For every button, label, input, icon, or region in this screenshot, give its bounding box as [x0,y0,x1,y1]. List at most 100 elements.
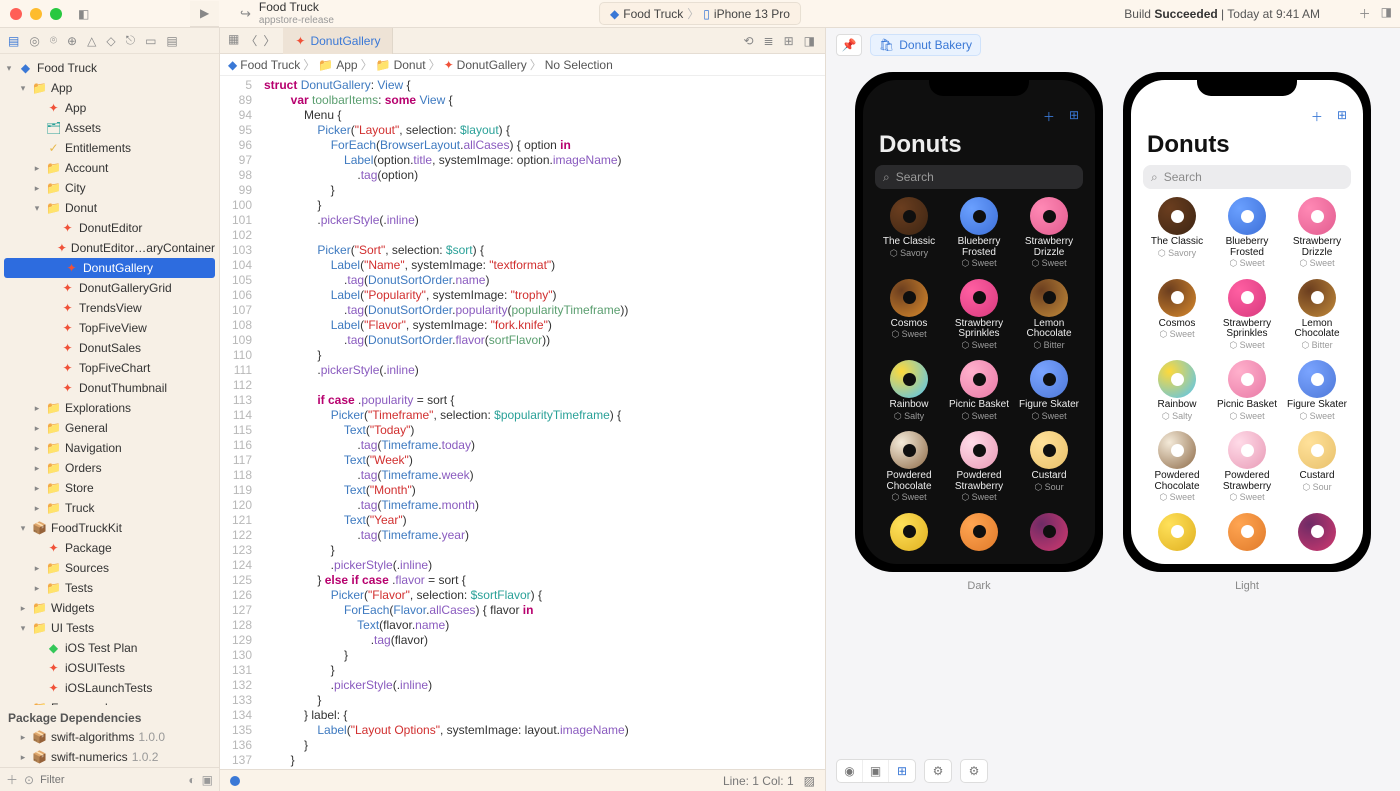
test-nav-icon[interactable]: ◇ [106,34,115,48]
donut-item[interactable]: Strawberry Sprinkles⬡ Sweet [945,279,1013,355]
zoom-window[interactable] [50,8,62,20]
filter-scope-icon[interactable]: ⊙ [24,773,34,787]
donut-item[interactable] [875,513,943,557]
add-icon[interactable]: ＋ [1043,108,1055,125]
add-button[interactable]: ＋ [1359,5,1371,22]
add-icon[interactable]: ＋ [1311,108,1323,125]
donut-item[interactable]: Custard⬡ Sour [1283,431,1351,507]
preview-settings-button[interactable]: ⚙ [961,760,987,782]
issue-nav-icon[interactable]: △ [87,34,96,48]
donut-item[interactable]: Blueberry Frosted⬡ Sweet [1213,197,1281,273]
tree-item[interactable]: ✓Entitlements [0,138,219,158]
source-control-nav-icon[interactable]: ◎ [29,34,39,48]
tree-item[interactable]: ▾📦FoodTruckKit [0,518,219,538]
tree-item[interactable]: ✦App [0,98,219,118]
donut-item[interactable]: Rainbow⬡ Salty [1143,360,1211,425]
donut-item[interactable]: The Classic⬡ Savory [875,197,943,273]
tree-item[interactable]: ✦DonutSales [0,338,219,358]
tree-item[interactable]: ▸📁Tests [0,578,219,598]
donut-item[interactable]: Strawberry Drizzle⬡ Sweet [1015,197,1083,273]
tree-item[interactable]: ▸📁General [0,418,219,438]
tree-item[interactable]: ✦DonutGalleryGrid [0,278,219,298]
donut-item[interactable]: Lemon Chocolate⬡ Bitter [1283,279,1351,355]
donut-item[interactable]: Strawberry Drizzle⬡ Sweet [1283,197,1351,273]
donut-item[interactable]: Powdered Strawberry⬡ Sweet [945,431,1013,507]
tree-item[interactable]: ▾📁App [0,78,219,98]
donut-item[interactable]: Strawberry Sprinkles⬡ Sweet [1213,279,1281,355]
tree-item[interactable]: ▸📁Account [0,158,219,178]
breakpoint-nav-icon[interactable]: ▭ [145,34,156,48]
tree-item[interactable]: ✦iOSLaunchTests [0,678,219,698]
donut-item[interactable]: Picnic Basket⬡ Sweet [945,360,1013,425]
variants-button[interactable]: ⊞ [889,760,915,782]
navigator-selector[interactable]: ▤ ◎ ⌾ ⊕ △ ◇ ⎋ ▭ ▤ [0,28,219,54]
preview-selector[interactable]: 🛍 Donut Bakery [870,34,981,56]
preview-device-light[interactable]: ＋⊞ Donuts ⌕Search The Classic⬡ Savory Bl… [1123,72,1371,572]
donut-item[interactable]: Powdered Strawberry⬡ Sweet [1213,431,1281,507]
source-editor[interactable]: 5899495969798991001011021031041051061071… [220,76,825,769]
donut-item[interactable]: Figure Skater⬡ Sweet [1283,360,1351,425]
minimap-icon[interactable]: ▨ [804,774,815,788]
filter-input[interactable] [40,774,182,786]
tree-item[interactable]: ✦DonutEditor [0,218,219,238]
search-field[interactable]: ⌕Search [1143,165,1351,189]
close-window[interactable] [10,8,22,20]
tree-item[interactable]: ✦DonutThumbnail [0,378,219,398]
donut-item[interactable]: Blueberry Frosted⬡ Sweet [945,197,1013,273]
tree-item[interactable]: ▾📁UI Tests [0,618,219,638]
tree-item[interactable]: ▸📁Navigation [0,438,219,458]
donut-item[interactable]: Figure Skater⬡ Sweet [1015,360,1083,425]
tree-item[interactable]: ◆iOS Test Plan [0,638,219,658]
recent-icon[interactable]: ◐ [188,773,195,787]
project-name[interactable]: Food Truck [259,1,334,14]
tree-item[interactable]: ▸📁Widgets [0,598,219,618]
donut-item[interactable] [1213,513,1281,557]
breadcrumb-item[interactable]: Donut [394,58,426,72]
donut-item[interactable]: Cosmos⬡ Sweet [875,279,943,355]
editor-layout-icon[interactable]: ◨ [804,34,815,48]
refresh-icon[interactable]: ⟲ [743,34,753,48]
find-nav-icon[interactable]: ⊕ [67,34,77,48]
branch-name[interactable]: appstore-release [259,15,334,26]
donut-item[interactable]: The Classic⬡ Savory [1143,197,1211,273]
tree-item[interactable]: ▸📁City [0,178,219,198]
grid-icon[interactable]: ⊞ [1069,108,1079,125]
donut-item[interactable] [1283,513,1351,557]
jump-bar[interactable]: ◆ Food Truck〉📁 App〉📁 Donut〉✦ DonutGaller… [220,54,825,76]
tree-item[interactable]: ▸📁Orders [0,458,219,478]
grid-icon[interactable]: ⊞ [1337,108,1347,125]
dependency-item[interactable]: ▸📦swift-algorithms 1.0.0 [0,727,219,747]
add-editor-icon[interactable]: ⊞ [784,34,794,48]
tree-item[interactable]: ▸📁Frameworks [0,698,219,705]
debug-nav-icon[interactable]: ⎋ [126,33,136,48]
tree-item[interactable]: ▸📁Explorations [0,398,219,418]
donut-item[interactable]: Lemon Chocolate⬡ Bitter [1015,279,1083,355]
nav-back-icon[interactable]: 〈 [245,32,257,49]
tree-item[interactable]: ▸📁Sources [0,558,219,578]
toggle-inspector-icon[interactable]: ◨ [1381,5,1392,22]
tree-item[interactable]: ✦DonutGallery [4,258,215,278]
report-nav-icon[interactable]: ▤ [166,34,177,48]
breadcrumb-item[interactable]: App [336,58,357,72]
donut-item[interactable] [945,513,1013,557]
tree-item[interactable]: ✦iOSUITests [0,658,219,678]
tree-item[interactable]: ▸📁Truck [0,498,219,518]
scm-filter-icon[interactable]: ▣ [202,773,213,787]
donut-item[interactable]: Cosmos⬡ Sweet [1143,279,1211,355]
donut-item[interactable] [1015,513,1083,557]
toggle-navigator-icon[interactable]: ◧ [78,7,89,21]
tree-item[interactable]: ✦TopFiveView [0,318,219,338]
search-field[interactable]: ⌕Search [875,165,1083,189]
tab-donutgallery[interactable]: ✦ DonutGallery [283,28,393,54]
add-icon[interactable]: ＋ [6,771,18,788]
donut-item[interactable] [1143,513,1211,557]
adjust-editor-icon[interactable]: ≣ [764,34,774,48]
tree-item[interactable]: ▾◆Food Truck [0,58,219,78]
navigator-filter[interactable]: ＋ ⊙ ◐ ▣ [0,767,219,791]
project-tree[interactable]: ▾◆Food Truck▾📁App✦App🗂Assets✓Entitlement… [0,54,219,705]
tree-item[interactable]: ✦TopFiveChart [0,358,219,378]
tree-item[interactable]: ✦DonutEditor…aryContainer [0,238,219,258]
minimize-window[interactable] [30,8,42,20]
related-items-icon[interactable]: ▦ [228,32,239,49]
donut-item[interactable]: Rainbow⬡ Salty [875,360,943,425]
